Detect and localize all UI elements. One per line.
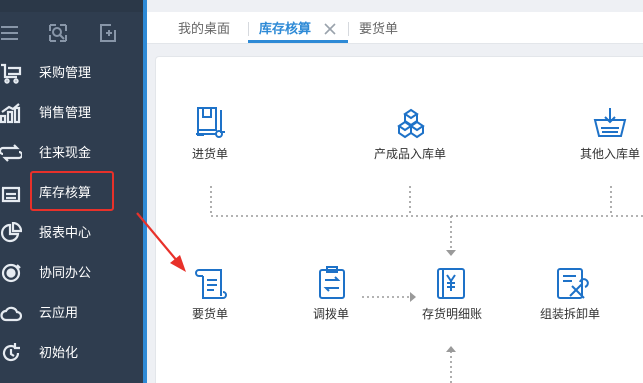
node-purchase-receipt[interactable]: 进货单 xyxy=(185,104,245,164)
sidebar-item-sales[interactable]: 销售管理 xyxy=(0,93,143,133)
cart-icon xyxy=(0,62,22,84)
cloud-icon xyxy=(0,302,23,324)
highlight-box xyxy=(30,171,114,211)
sidebar-item-label: 云应用 xyxy=(39,305,79,320)
transfer-clipboard-icon xyxy=(312,264,352,304)
node-label: 其他入库单 xyxy=(580,147,641,161)
assembly-tools-icon xyxy=(552,264,592,304)
sidebar: 采购管理 销售管理 往来现金 库存核算 报表中心 协同办公 云应用 初始化 xyxy=(0,0,143,383)
node-other-inbound[interactable]: 其他入库单 xyxy=(578,104,643,164)
sidebar-item-label: 往来现金 xyxy=(39,145,92,160)
node-label: 产成品入库单 xyxy=(374,147,447,161)
sidebar-item-label: 销售管理 xyxy=(39,105,92,120)
sidebar-item-label: 报表中心 xyxy=(39,225,92,240)
sidebar-top-strip xyxy=(0,0,143,12)
node-finished-goods-inbound[interactable]: 产成品入库单 xyxy=(370,104,450,164)
node-transfer[interactable]: 调拨单 xyxy=(305,264,365,324)
sidebar-item-label: 初始化 xyxy=(39,345,79,360)
tab-requisition[interactable]: 要货单 xyxy=(359,13,398,45)
refresh-icon xyxy=(0,342,22,364)
requisition-scroll-icon xyxy=(191,264,231,304)
sidebar-item-purchase[interactable]: 采购管理 xyxy=(0,53,143,93)
node-label: 要货单 xyxy=(192,307,229,321)
node-assembly[interactable]: 组装拆卸单 xyxy=(538,264,610,324)
sidebar-item-cash[interactable]: 往来现金 xyxy=(0,133,143,173)
sidebar-item-reports[interactable]: 报表中心 xyxy=(0,213,143,253)
sidebar-item-label: 采购管理 xyxy=(39,65,92,80)
warehouse-icon xyxy=(0,182,22,204)
pie-chart-icon xyxy=(0,221,23,244)
inventory-ledger-icon xyxy=(431,264,471,304)
collaboration-icon xyxy=(0,262,22,284)
product-boxes-icon xyxy=(391,104,431,144)
menu-icon[interactable] xyxy=(0,22,22,44)
sidebar-item-cloud[interactable]: 云应用 xyxy=(0,293,143,333)
app-window: 采购管理 销售管理 往来现金 库存核算 报表中心 协同办公 云应用 初始化 我的… xyxy=(0,0,643,383)
purchase-receipt-icon xyxy=(191,104,231,144)
close-icon[interactable] xyxy=(324,22,336,35)
node-label: 存货明细账 xyxy=(422,307,483,321)
exchange-icon xyxy=(0,142,24,164)
sidebar-item-label: 协同办公 xyxy=(39,265,92,280)
tab-separator xyxy=(248,22,249,36)
sidebar-item-init[interactable]: 初始化 xyxy=(0,333,143,373)
active-tab-indicator xyxy=(248,40,348,43)
node-label: 调拨单 xyxy=(313,307,350,321)
tab-separator xyxy=(348,22,349,36)
sidebar-item-collab[interactable]: 协同办公 xyxy=(0,253,143,293)
bar-chart-icon xyxy=(0,102,22,124)
inbound-basket-icon xyxy=(590,104,630,144)
node-inventory-ledger[interactable]: 存货明细账 xyxy=(418,264,488,324)
search-icon[interactable] xyxy=(47,22,69,44)
new-document-icon[interactable] xyxy=(97,22,119,44)
tab-desktop[interactable]: 我的桌面 xyxy=(178,13,230,45)
node-requisition[interactable]: 要货单 xyxy=(185,264,245,324)
node-label: 组装拆卸单 xyxy=(540,307,601,321)
node-label: 进货单 xyxy=(192,147,229,161)
